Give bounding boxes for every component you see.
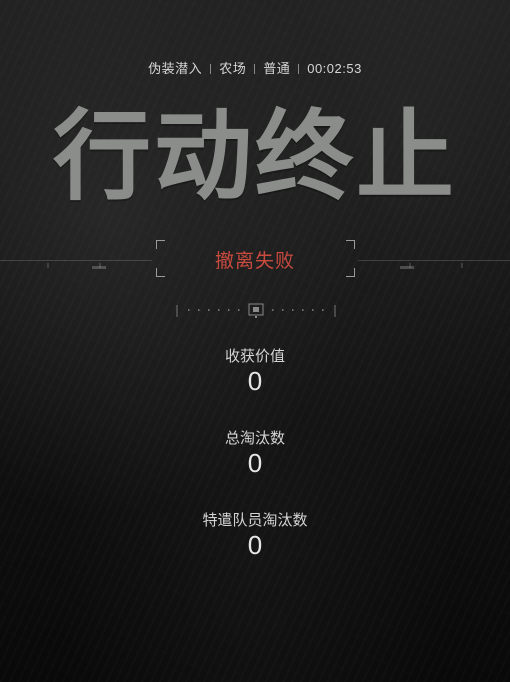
match-info-bar: 伪装潜入 农场 普通 00:02:53 [0,58,510,77]
mode-label: 伪装潜入 [148,61,203,76]
divider [210,64,212,74]
extraction-status: 撤离失败 [214,250,295,272]
stat-value-loot-value: 0 [247,366,263,396]
divider [298,64,300,74]
page-title: 行动终止 [52,100,457,214]
stat-value-total-eliminations: 0 [247,448,263,478]
divider [254,64,256,74]
compass-ruler-icon [176,303,336,318]
stat-label-operator-eliminations: 特遣队员淘汰数 [202,511,308,529]
stat-label-loot-value: 收获价值 [224,347,285,365]
map-label: 农场 [219,61,247,76]
difficulty-label: 普通 [263,61,291,76]
stat-label-total-eliminations: 总淘汰数 [224,429,285,447]
match-timer: 00:02:53 [307,61,362,76]
stat-value-operator-eliminations: 0 [247,530,263,560]
